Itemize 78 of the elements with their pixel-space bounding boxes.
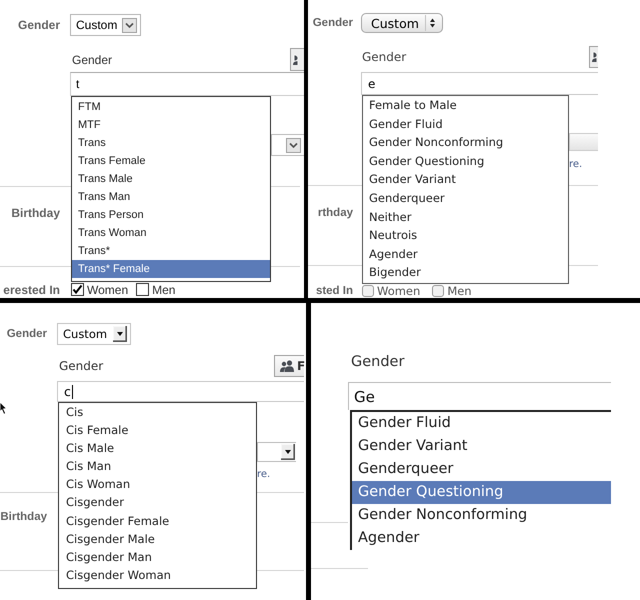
person-icon [293, 54, 298, 64]
suggestion-item[interactable]: Gender Fluid [363, 114, 568, 134]
gender-input[interactable]: t [70, 72, 304, 96]
gender-input[interactable]: c [57, 381, 304, 402]
suggestion-item[interactable]: Trans Male [72, 170, 270, 188]
gender-select[interactable]: Custom [70, 14, 142, 36]
suggestion-item[interactable]: Female to Male [363, 96, 568, 115]
gender-select[interactable]: Custom [361, 13, 443, 33]
checkbox[interactable] [362, 285, 374, 297]
suggestion-item[interactable]: Genderqueer [352, 458, 611, 481]
suggestion-item[interactable]: Cisgender Woman [59, 566, 256, 584]
suggestion-item[interactable]: Trans Person [72, 206, 270, 224]
suggestion-item[interactable]: Cisgender Male [59, 530, 256, 548]
suggestion-item[interactable]: Gender Nonconforming [352, 504, 611, 527]
suggestion-item[interactable]: Cisgender Female [59, 512, 256, 530]
suggestion-item[interactable]: Gender Variant [352, 435, 611, 458]
checkbox[interactable] [136, 283, 150, 296]
suggestion-item[interactable]: Cis Man [59, 457, 256, 476]
chevron-down-icon [286, 138, 301, 152]
audience-button[interactable] [589, 46, 598, 68]
up-down-arrows-icon [424, 14, 438, 32]
checkbox-option[interactable]: Men [136, 282, 176, 296]
checkbox[interactable] [71, 283, 84, 296]
suggestion-item[interactable]: Bigender [363, 263, 568, 282]
link-text[interactable]: re. [569, 159, 582, 171]
audience-button[interactable]: F [274, 355, 304, 377]
suggestion-item[interactable]: Trans Female [72, 152, 270, 170]
suggestion-item[interactable]: Gender Variant [363, 170, 568, 189]
checkbox-option[interactable]: Men [432, 285, 472, 297]
audience-select[interactable] [271, 134, 304, 156]
audience-select[interactable] [257, 442, 296, 462]
section-label: erested In [3, 282, 60, 296]
section-label: Birthday [11, 206, 60, 220]
suggestion-item[interactable]: Cis Woman [59, 475, 256, 494]
link-text[interactable]: re. [257, 469, 270, 481]
chevron-down-icon [122, 18, 138, 32]
suggestion-item[interactable]: Cis Male [59, 439, 256, 458]
suggestion-item[interactable]: Cis Female [59, 421, 256, 440]
suggestion-item[interactable]: Cisgender Man [59, 548, 256, 566]
suggestion-item[interactable]: FTM [72, 98, 270, 116]
suggestion-item[interactable]: Neutrois [363, 226, 568, 245]
suggestion-item[interactable]: Cisgender [59, 493, 256, 512]
field-label: Gender [361, 50, 406, 64]
suggestion-item[interactable]: Gender Nonconforming [363, 133, 568, 152]
gender-input[interactable]: Ge [348, 382, 611, 410]
suggestion-item[interactable]: Trans [72, 134, 270, 152]
suggestion-item[interactable]: Trans* Female [72, 260, 270, 278]
suggestion-item[interactable]: MTF [72, 116, 270, 134]
suggestion-item[interactable]: Gender Questioning [352, 481, 611, 504]
suggestion-item[interactable]: Agender [363, 244, 568, 264]
section-label: Gender [312, 17, 353, 29]
audience-button[interactable] [290, 48, 304, 71]
checkbox-option[interactable]: Women [71, 282, 128, 296]
section-label: Birthday [0, 511, 47, 523]
suggestion-item[interactable]: Trans Man [72, 188, 270, 206]
suggestion-item[interactable]: Gender Fluid [352, 412, 611, 435]
people-icon [280, 360, 294, 372]
section-label: Gender [6, 328, 47, 340]
section-label: Gender [18, 18, 60, 32]
section-label: sted In [316, 285, 353, 297]
field-label: Gender [71, 52, 112, 66]
gender-input[interactable]: e [361, 72, 598, 95]
gender-select[interactable]: Custom [57, 323, 132, 345]
checkbox-option[interactable]: Women [362, 285, 420, 297]
dropdown-arrow-icon [113, 326, 128, 342]
field-label: Gender [58, 359, 104, 373]
suggestion-item[interactable]: Trans* [72, 242, 270, 260]
suggestion-item[interactable]: Genderqueer [363, 188, 568, 208]
section-label: rthday [318, 207, 353, 219]
person-icon [592, 52, 597, 62]
suggestion-item[interactable]: Trans Woman [72, 224, 270, 242]
field-label: Gender [351, 354, 404, 370]
checkbox[interactable] [432, 285, 444, 297]
suggestion-item[interactable]: Neither [363, 208, 568, 226]
suggestion-item[interactable]: Agender [352, 527, 611, 550]
suggestion-item[interactable]: Cis [59, 403, 256, 422]
suggestion-item[interactable]: Gender Questioning [363, 152, 568, 170]
dropdown-arrow-icon [281, 444, 295, 460]
